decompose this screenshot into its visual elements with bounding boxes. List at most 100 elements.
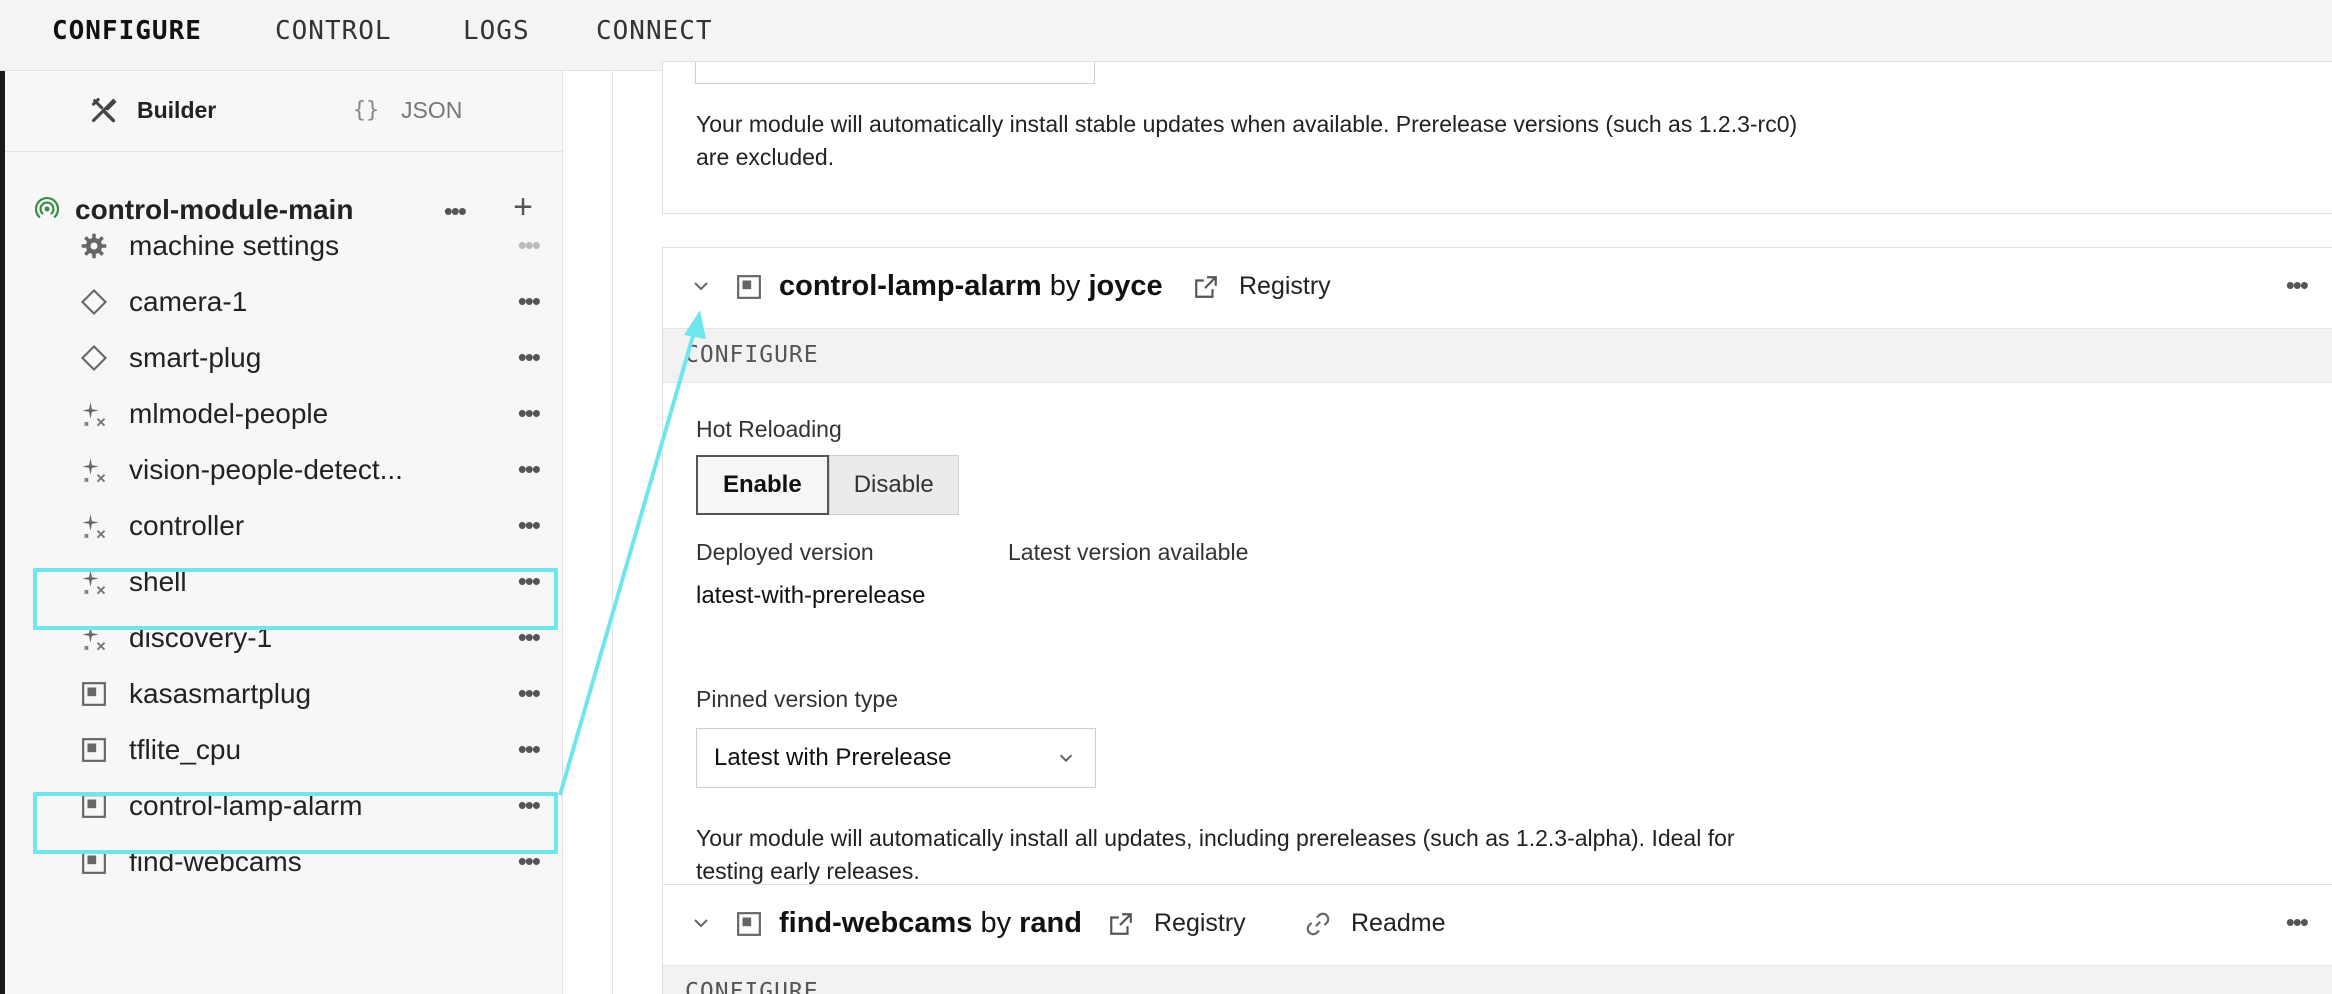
signal-icon	[34, 196, 60, 225]
sidebar-item-label: mlmodel-people	[129, 398, 329, 429]
external-link-icon	[1193, 273, 1221, 301]
description-line: Your module will automatically install a…	[696, 825, 1735, 851]
more-icon[interactable]: •••	[518, 342, 541, 373]
external-link-icon	[1108, 910, 1136, 938]
pinned-version-type-label: Pinned version type	[696, 686, 899, 712]
more-icon[interactable]: •••	[518, 622, 541, 653]
disable-button[interactable]: Disable	[828, 455, 959, 515]
hot-reloading-toggle: Enable Disable	[696, 455, 959, 515]
module-card-header: control-lamp-alarm by joyce Registry •••	[663, 248, 2332, 328]
pinned-version-type-select[interactable]: Latest with Prerelease	[696, 728, 1096, 788]
sidebar-item-shell[interactable]: shell •••	[79, 562, 549, 602]
more-icon[interactable]: •••	[518, 734, 541, 765]
sidebar-item-label: kasasmartplug	[129, 678, 312, 709]
gear-icon	[79, 231, 109, 261]
sidebar-item-kasasmartplug[interactable]: kasasmartplug •••	[79, 674, 549, 714]
more-icon[interactable]: •••	[518, 566, 541, 597]
builder-mode-button[interactable]: Builder	[89, 95, 216, 125]
module-icon	[79, 791, 109, 821]
sidebar-item-label: vision-people-detect...	[129, 454, 403, 485]
sidebar-item-label: discovery-1	[129, 622, 273, 653]
sidebar-item-find-webcams[interactable]: find-webcams •••	[79, 842, 549, 882]
sidebar-item-tflite-cpu[interactable]: tflite_cpu •••	[79, 730, 549, 770]
chevron-down-icon[interactable]	[691, 276, 711, 296]
json-mode-button[interactable]: {} JSON	[349, 95, 463, 125]
sidebar-item-discovery-1[interactable]: discovery-1 •••	[79, 618, 549, 658]
module-author: joyce	[1088, 270, 1163, 302]
sidebar-item-smart-plug[interactable]: smart-plug •••	[79, 338, 549, 378]
hot-reloading-label: Hot Reloading	[696, 416, 842, 442]
tools-icon	[89, 95, 119, 125]
chevron-down-icon[interactable]	[691, 913, 711, 933]
root-more-icon[interactable]: •••	[444, 196, 467, 227]
readme-link[interactable]: Readme	[1305, 909, 1446, 938]
module-title: find-webcams by rand	[779, 907, 1082, 940]
module-author: rand	[1019, 907, 1082, 939]
sparkle-icon	[79, 399, 109, 429]
prerelease-updates-description: Your module will automatically install a…	[696, 822, 1936, 888]
pinned-version-type-value: Latest with Prerelease	[714, 744, 952, 771]
mode-switcher: Builder {} JSON	[5, 71, 563, 152]
module-title: control-lamp-alarm by joyce	[779, 270, 1163, 303]
sidebar-item-mlmodel-people[interactable]: mlmodel-people •••	[79, 394, 549, 434]
more-icon[interactable]: •••	[518, 846, 541, 877]
registry-link[interactable]: Registry	[1193, 272, 1331, 301]
configure-section-header: CONFIGURE	[663, 965, 2332, 994]
sidebar-item-control-lamp-alarm[interactable]: control-lamp-alarm •••	[79, 786, 549, 826]
module-icon	[79, 735, 109, 765]
section-title: CONFIGURE	[685, 342, 819, 368]
more-icon[interactable]: •••	[518, 790, 541, 821]
sidebar-item-vision-people-detect[interactable]: vision-people-detect... •••	[79, 450, 549, 490]
enable-button[interactable]: Enable	[696, 455, 829, 515]
sidebar-item-label: tflite_cpu	[129, 734, 242, 765]
module-icon	[79, 847, 109, 877]
more-icon[interactable]: •••	[518, 454, 541, 485]
sidebar-item-machine-settings[interactable]: machine settings •••	[79, 226, 549, 266]
stable-updates-description: Your module will automatically install s…	[696, 108, 1936, 174]
module-icon	[79, 679, 109, 709]
deployed-version-value: latest-with-prerelease	[696, 582, 926, 609]
registry-link-label: Registry	[1154, 909, 1246, 937]
module-icon	[737, 912, 761, 936]
version-type-select-partial[interactable]	[695, 62, 1095, 84]
configure-section-header: CONFIGURE	[663, 328, 2332, 383]
tree-root-machine[interactable]: control-module-main ••• +	[34, 188, 545, 230]
module-card-control-lamp-alarm: control-lamp-alarm by joyce Registry •••…	[662, 247, 2332, 917]
builder-mode-label: Builder	[137, 96, 217, 123]
module-by: by	[980, 907, 1012, 939]
tab-connect[interactable]: CONNECT	[596, 16, 713, 46]
more-icon[interactable]: •••	[518, 230, 541, 261]
tab-control[interactable]: CONTROL	[275, 16, 392, 46]
chevron-down-icon	[1059, 754, 1073, 762]
tab-configure[interactable]: CONFIGURE	[52, 16, 202, 46]
main-panel: Your module will automatically install s…	[564, 61, 2332, 994]
tab-logs[interactable]: LOGS	[463, 16, 530, 46]
more-icon[interactable]: •••	[518, 510, 541, 541]
sidebar-item-controller[interactable]: controller •••	[79, 506, 549, 546]
registry-link[interactable]: Registry	[1108, 909, 1246, 938]
module-card-find-webcams: find-webcams by rand Registry Readme •••…	[662, 884, 2332, 994]
module-icon	[737, 275, 761, 299]
description-line: Your module will automatically install s…	[696, 111, 1798, 137]
sparkle-icon	[79, 567, 109, 597]
module-name: find-webcams	[779, 907, 973, 939]
more-icon[interactable]: •••	[518, 678, 541, 709]
module-more-icon[interactable]: •••	[2286, 270, 2309, 301]
registry-link-label: Registry	[1239, 272, 1331, 300]
module-name: control-lamp-alarm	[779, 270, 1042, 302]
sidebar-item-camera-1[interactable]: camera-1 •••	[79, 282, 549, 322]
module-more-icon[interactable]: •••	[2286, 907, 2309, 938]
more-icon[interactable]: •••	[518, 286, 541, 317]
tree-root-label: control-module-main	[75, 194, 354, 225]
module-card-header: find-webcams by rand Registry Readme •••	[663, 885, 2332, 965]
section-title: CONFIGURE	[685, 979, 819, 994]
sidebar-item-label: control-lamp-alarm	[129, 790, 363, 821]
sparkle-icon	[79, 455, 109, 485]
sidebar-item-label: machine settings	[129, 230, 340, 261]
add-resource-icon[interactable]: +	[513, 188, 533, 227]
sparkle-icon	[79, 623, 109, 653]
module-card-previous: Your module will automatically install s…	[662, 61, 2332, 214]
more-icon[interactable]: •••	[518, 398, 541, 429]
module-by: by	[1049, 270, 1081, 302]
sparkle-icon	[79, 511, 109, 541]
